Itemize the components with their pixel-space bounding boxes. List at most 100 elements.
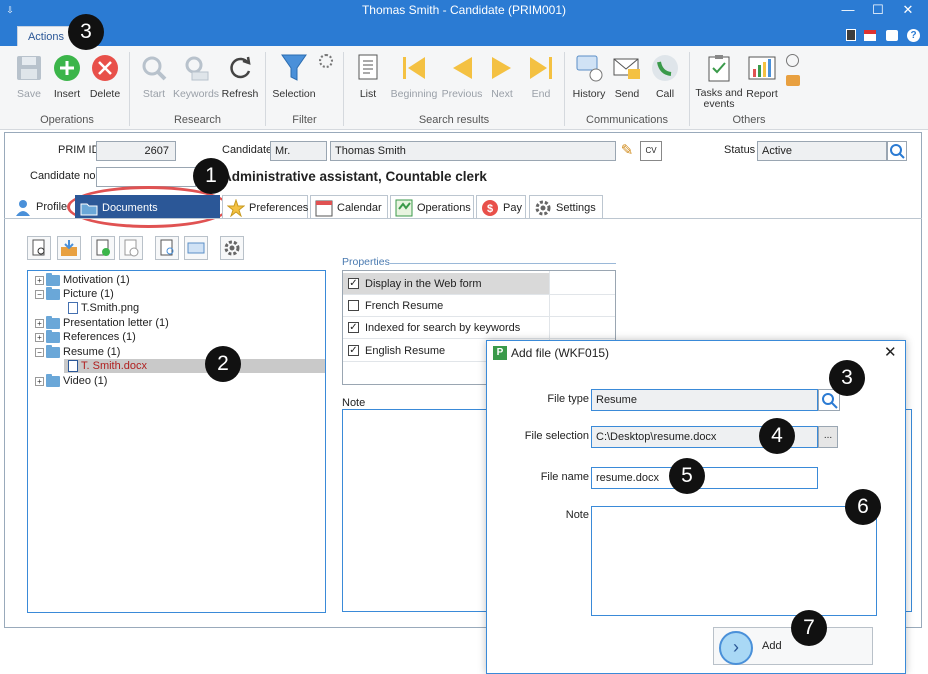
group-search-results: Search results [418, 114, 490, 126]
dialog-close-icon[interactable]: ✕ [884, 343, 897, 361]
properties-heading: Properties [342, 256, 390, 268]
keywords-button[interactable]: Keywords [172, 52, 220, 100]
close-button[interactable]: ✕ [894, 0, 922, 20]
tab-operations[interactable]: Operations [390, 195, 474, 219]
tree-node-video[interactable]: + Video (1) [35, 373, 107, 388]
edit-pencil-icon[interactable]: ✎ [618, 141, 636, 161]
checkbox[interactable]: ✓ [348, 345, 359, 356]
help-icon[interactable]: ? [907, 29, 920, 42]
tree-node-file-png[interactable]: T.Smith.png [68, 301, 139, 315]
tree-node-file-docx[interactable]: T. Smith.docx [68, 359, 147, 373]
file-selection-label: File selection [524, 430, 589, 442]
calendar-icon [315, 200, 333, 217]
start-button[interactable]: Start [130, 52, 178, 100]
expand-icon[interactable]: + [35, 275, 44, 285]
delete-button[interactable]: Delete [81, 52, 129, 100]
property-french-resume[interactable]: French Resume [343, 295, 615, 317]
preview-document-button[interactable] [155, 236, 179, 260]
calculator-icon[interactable] [846, 29, 856, 41]
dialog-note-label: Note [565, 509, 589, 521]
beginning-button[interactable]: Beginning [389, 52, 439, 100]
status-field[interactable]: Active [757, 141, 887, 161]
tree-node-resume[interactable]: − Resume (1) [35, 344, 120, 359]
inbox-tray-icon [61, 240, 77, 256]
system-menu-icon[interactable]: ⇩ [0, 0, 20, 20]
bar-chart-report-icon [746, 52, 778, 84]
refresh-icon [224, 52, 256, 84]
minimize-button[interactable]: — [834, 0, 862, 20]
browse-button[interactable]: ... [818, 426, 838, 448]
floppy-disk-icon [13, 52, 45, 84]
group-communications: Communications [586, 114, 668, 126]
candidate-no-label: Candidate no. [30, 170, 99, 182]
scan-button[interactable] [184, 236, 208, 260]
filter-funnel-icon [278, 52, 310, 84]
collapse-icon[interactable]: − [35, 347, 44, 357]
tab-pay[interactable]: $ Pay [476, 195, 526, 219]
last-record-icon [525, 52, 557, 84]
tab-settings[interactable]: Settings [529, 195, 603, 219]
window-title-bar: Thomas Smith - Candidate (PRIM001) [0, 0, 928, 20]
cv-icon[interactable]: CV [640, 141, 662, 161]
filter-settings-icon[interactable] [319, 54, 333, 68]
tree-node-picture[interactable]: − Picture (1) [35, 286, 114, 301]
envelope-icon [611, 52, 643, 84]
property-display-web-form[interactable]: ✓ Display in the Web form [343, 273, 615, 295]
clock-icon[interactable] [786, 54, 799, 67]
document-add-icon [96, 239, 110, 256]
printer-icon[interactable] [886, 30, 898, 41]
tree-node-references[interactable]: + References (1) [35, 329, 136, 344]
svg-text:$: $ [487, 203, 493, 215]
selection-button[interactable]: Selection [268, 52, 320, 100]
refresh-button[interactable]: Refresh [216, 52, 264, 100]
add-document-button[interactable] [91, 236, 115, 260]
report-button[interactable]: Report [738, 52, 786, 100]
dialog-note-textarea[interactable] [591, 506, 877, 616]
candidate-name-field[interactable]: Thomas Smith [330, 141, 616, 161]
group-operations: Operations [40, 114, 94, 126]
checkbox[interactable]: ✓ [348, 322, 359, 333]
document-tree[interactable]: + Motivation (1) − Picture (1) T.Smith.png… [27, 270, 326, 613]
ribbon-tab-bar [0, 20, 928, 46]
tree-node-motivation[interactable]: + Motivation (1) [35, 272, 130, 287]
tab-calendar[interactable]: Calendar [310, 195, 388, 219]
call-button[interactable]: Call [641, 52, 689, 100]
search-document-button[interactable] [27, 236, 51, 260]
property-indexed-search[interactable]: ✓ Indexed for search by keywords [343, 317, 615, 339]
tree-node-presentation-letter[interactable]: + Presentation letter (1) [35, 315, 169, 330]
callout-badge: 3 [68, 14, 104, 50]
folder-icon [46, 272, 60, 286]
document-history-button[interactable] [119, 236, 143, 260]
plus-circle-icon [51, 52, 83, 84]
checkbox[interactable]: ✓ [348, 278, 359, 289]
tab-profile[interactable]: Profile [10, 195, 72, 219]
document-settings-button[interactable] [220, 236, 244, 260]
maximize-button[interactable]: ☐ [864, 0, 892, 20]
status-search-button[interactable] [887, 141, 907, 161]
tab-actions[interactable]: Actions [17, 26, 75, 47]
prim-id-field[interactable]: 2607 [96, 141, 176, 161]
folder-open-icon [46, 286, 60, 300]
title-field[interactable]: Mr. [270, 141, 327, 161]
inbox-icon[interactable] [786, 75, 800, 86]
phone-icon [649, 52, 681, 84]
checkbox[interactable] [348, 300, 359, 311]
first-record-icon [398, 52, 430, 84]
callout-badge: 5 [669, 458, 705, 494]
candidate-label: Candidate [222, 144, 273, 156]
list-button[interactable]: List [344, 52, 392, 100]
expand-icon[interactable]: + [35, 332, 44, 342]
tab-documents-management[interactable]: Documents management [75, 195, 220, 238]
expand-icon[interactable]: + [35, 318, 44, 328]
calendar-icon[interactable] [864, 30, 876, 41]
expand-icon[interactable]: + [35, 376, 44, 386]
end-button[interactable]: End [517, 52, 565, 100]
candidate-no-field[interactable] [96, 167, 196, 187]
import-button[interactable] [57, 236, 81, 260]
tab-preferences[interactable]: Preferences [222, 195, 308, 219]
clipboard-tasks-icon [703, 52, 735, 84]
folder-icon [46, 373, 60, 387]
file-type-field[interactable]: Resume [591, 389, 818, 411]
callout-badge: 6 [845, 489, 881, 525]
collapse-icon[interactable]: − [35, 289, 44, 299]
